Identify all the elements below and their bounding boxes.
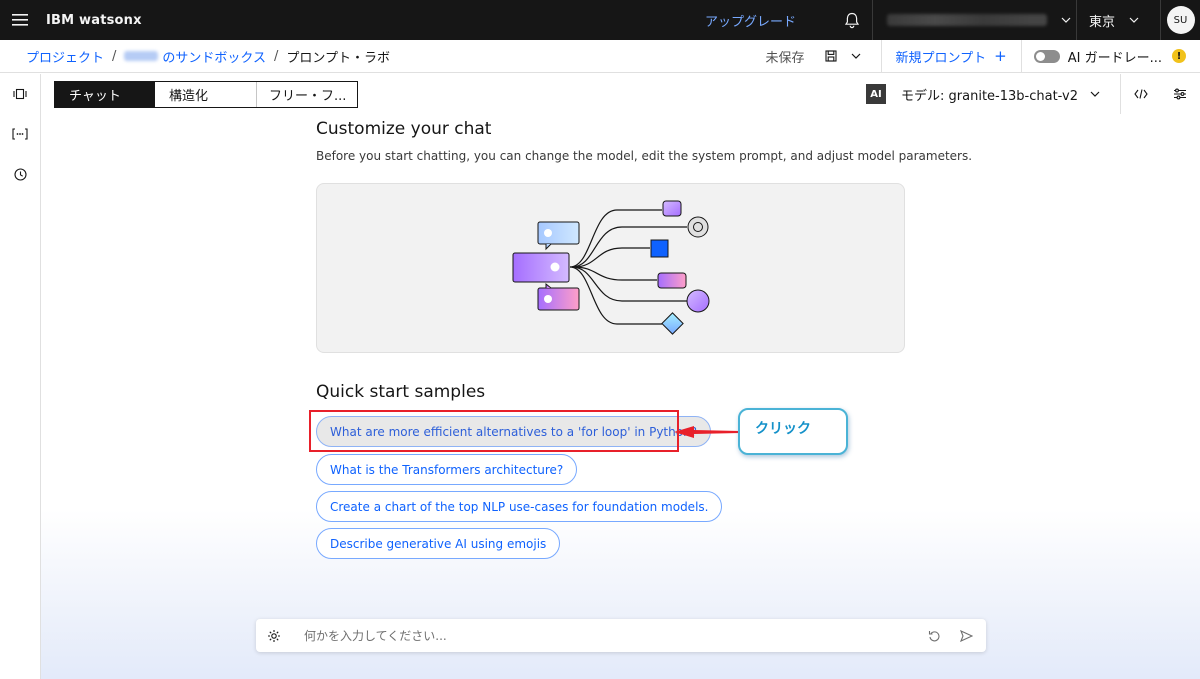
left-rail	[0, 74, 41, 679]
rail-history-button[interactable]	[0, 154, 40, 194]
mode-toolbar: チャット 構造化 フリー・フ... AI モデル: granite-13b-ch…	[41, 74, 1200, 114]
variables-icon	[12, 128, 28, 140]
region-label: 東京	[1089, 14, 1116, 30]
chevron-down-icon	[1061, 17, 1071, 23]
send-icon	[959, 629, 973, 642]
tab-structured[interactable]: 構造化	[155, 81, 257, 107]
sample-chip-transformers[interactable]: What is the Transformers architecture?	[316, 454, 578, 485]
mode-tabs: チャット 構造化 フリー・フ...	[54, 80, 358, 108]
reset-icon	[928, 631, 939, 642]
gear-icon	[268, 629, 280, 642]
chat-input-bar	[256, 619, 986, 652]
menu-icon[interactable]	[0, 0, 40, 40]
new-prompt-label: 新規プロンプト	[895, 50, 987, 66]
account-switcher[interactable]	[872, 0, 1076, 40]
tab-chat[interactable]: チャット	[55, 81, 155, 107]
avatar: SU	[1166, 6, 1195, 34]
quick-start-title: Quick start samples	[316, 382, 486, 402]
chevron-down-icon	[1129, 17, 1139, 23]
breadcrumb: プロジェクト / のサンドボックス / プロンプト・ラボ	[26, 47, 390, 66]
chevron-down-icon[interactable]	[1090, 91, 1100, 97]
breadcrumb-current: プロンプト・ラボ	[286, 50, 391, 66]
history-icon	[13, 167, 27, 181]
code-icon	[1133, 89, 1148, 99]
save-status: 未保存	[765, 50, 805, 66]
ai-guardrails-label: AI ガードレー...	[1067, 50, 1162, 66]
upgrade-link[interactable]: アップグレード	[705, 11, 796, 30]
chat-input[interactable]	[290, 620, 918, 651]
brand-name[interactable]: IBM watsonx	[46, 13, 142, 28]
reset-chat-button[interactable]	[918, 629, 950, 642]
sample-chip-nlp-chart[interactable]: Create a chart of the top NLP use-cases …	[316, 491, 723, 522]
chat-main-area: Customize your chat Before you start cha…	[41, 114, 1200, 679]
rail-variables-button[interactable]	[0, 114, 40, 154]
customize-title: Customize your chat	[316, 119, 492, 139]
warning-icon: !	[1172, 49, 1186, 63]
region-selector[interactable]: 東京	[1076, 0, 1160, 40]
rail-samples-button[interactable]	[0, 74, 40, 114]
branching-diagram-illustration	[512, 200, 710, 335]
settings-adjust-icon	[1174, 88, 1186, 100]
save-menu[interactable]	[824, 50, 861, 62]
project-name-redacted	[124, 51, 159, 61]
annotation-arrow-icon	[674, 426, 740, 438]
user-menu[interactable]: SU	[1160, 0, 1200, 40]
send-button[interactable]	[950, 629, 982, 642]
ai-guardrails-toggle[interactable]: AI ガードレー... !	[1020, 39, 1200, 73]
tab-freeform[interactable]: フリー・フ...	[257, 81, 357, 107]
model-selector[interactable]: モデル: granite-13b-chat-v2	[901, 85, 1078, 104]
sample-prompts-icon	[13, 88, 27, 100]
toggle-switch[interactable]	[1033, 49, 1060, 63]
plus-icon: +	[994, 47, 1007, 65]
chevron-down-icon	[851, 53, 860, 59]
model-parameters-button[interactable]	[1160, 74, 1200, 114]
breadcrumb-separator: /	[112, 48, 117, 64]
breadcrumb-projects[interactable]: プロジェクト	[26, 47, 104, 66]
new-prompt-button[interactable]: 新規プロンプト +	[880, 39, 1021, 73]
annotation-callout: クリック	[738, 408, 848, 455]
chat-illustration	[316, 183, 905, 353]
annotation-highlight-box	[309, 410, 679, 452]
callout-text: クリック	[755, 420, 811, 437]
view-code-button[interactable]	[1120, 74, 1160, 114]
ai-badge: AI	[866, 84, 887, 104]
top-header: IBM watsonx アップグレード 東京 SU	[0, 0, 1200, 40]
customize-description: Before you start chatting, you can chang…	[316, 149, 973, 163]
chat-settings-button[interactable]	[258, 629, 290, 643]
breadcrumb-bar: プロジェクト / のサンドボックス / プロンプト・ラボ 未保存 新規プロンプト…	[0, 39, 1200, 73]
save-icon	[824, 50, 837, 62]
breadcrumb-separator: /	[274, 48, 279, 64]
notification-bell-icon[interactable]	[832, 0, 872, 40]
breadcrumb-sandbox[interactable]: のサンドボックス	[162, 47, 266, 66]
sample-chip-emojis[interactable]: Describe generative AI using emojis	[316, 528, 561, 559]
account-name-redacted	[887, 14, 1047, 26]
